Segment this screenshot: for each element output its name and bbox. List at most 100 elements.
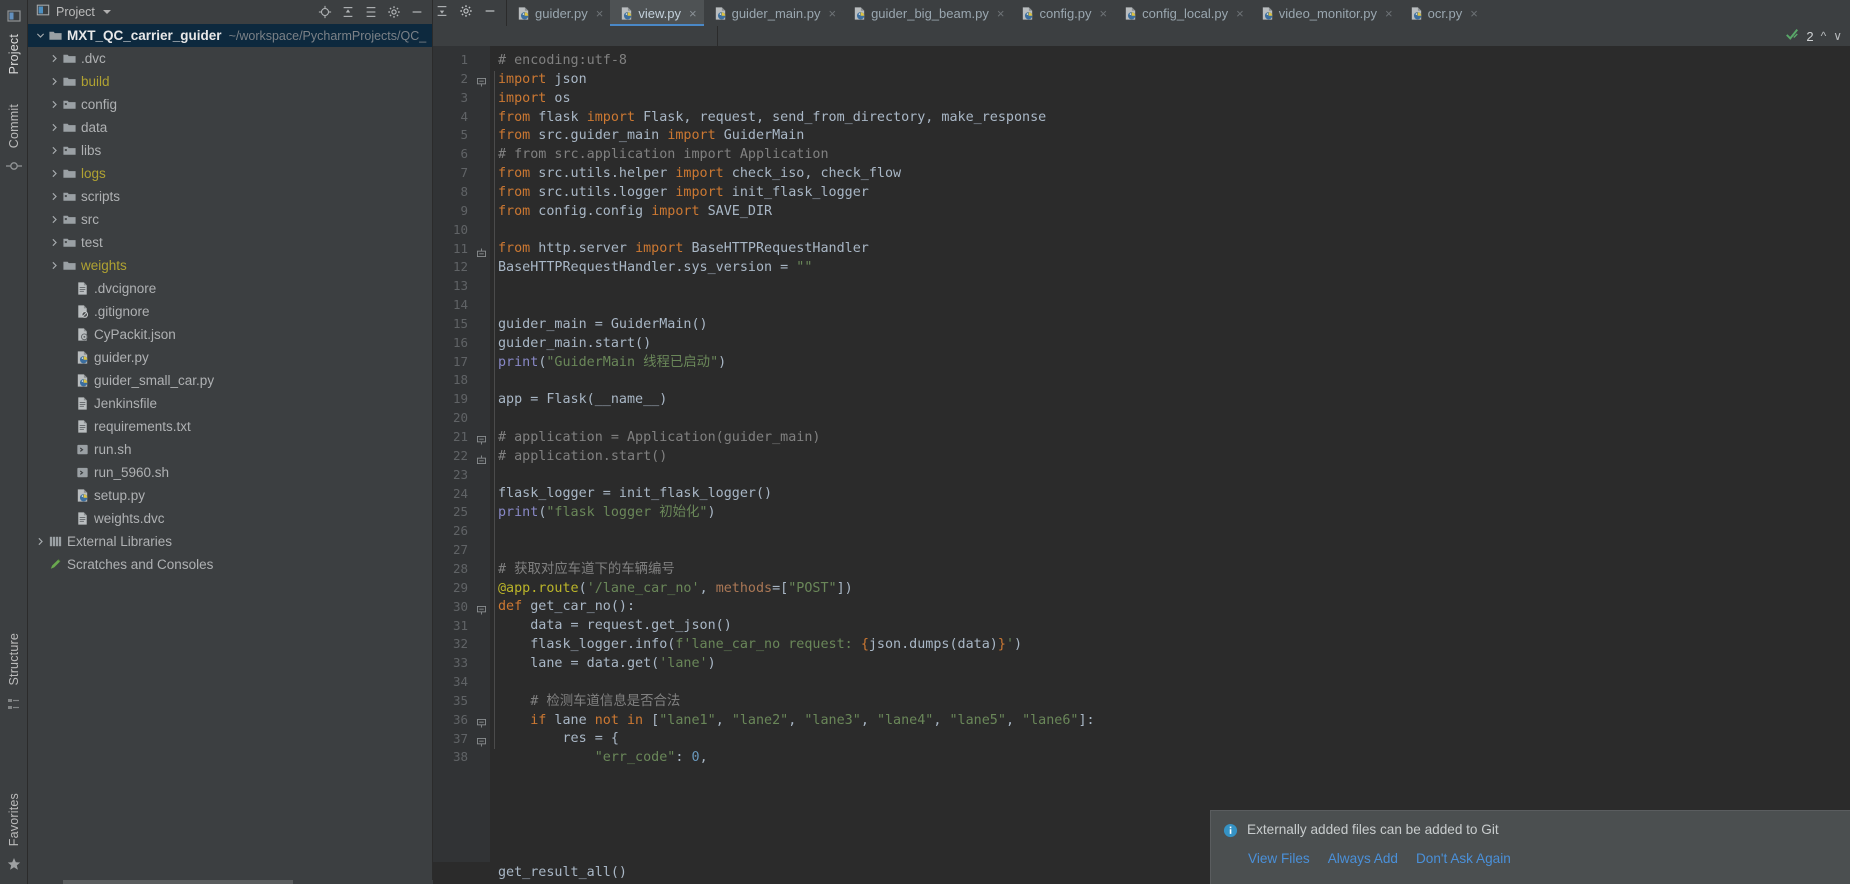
code-fold-toggle-icon[interactable] — [477, 451, 486, 464]
settings-gear-icon[interactable] — [459, 4, 473, 23]
editor-tab-video-monitor-py[interactable]: video_monitor.py × — [1250, 0, 1400, 26]
tree-item-requirements-txt[interactable]: requirements.txt — [28, 415, 432, 438]
tree-item-guider-small-car-py[interactable]: guider_small_car.py — [28, 369, 432, 392]
code-line[interactable] — [490, 542, 1850, 561]
code-line[interactable]: from src.guider_main import GuiderMain — [490, 127, 1850, 146]
close-icon[interactable]: × — [997, 6, 1005, 21]
code-line[interactable]: BaseHTTPRequestHandler.sys_version = "" — [490, 259, 1850, 278]
chevron-right-icon[interactable] — [48, 238, 61, 247]
editor-tab-guider-big-beam-py[interactable]: guider_big_beam.py × — [843, 0, 1012, 26]
editor-tab-view-py[interactable]: view.py × — [610, 0, 704, 26]
hide-panel-icon[interactable] — [410, 5, 424, 19]
code-line[interactable]: print("flask logger 初始化") — [490, 504, 1850, 523]
tree-item-scripts[interactable]: scripts — [28, 185, 432, 208]
code-fold-toggle-icon[interactable] — [477, 734, 486, 747]
rail-structure-label[interactable]: Structure — [7, 627, 21, 692]
tree-item-libs[interactable]: libs — [28, 139, 432, 162]
code-line[interactable] — [490, 523, 1850, 542]
notification-action-don-t-ask-again[interactable]: Don't Ask Again — [1416, 851, 1511, 866]
code-line[interactable]: from flask import Flask, request, send_f… — [490, 109, 1850, 128]
close-icon[interactable]: × — [828, 6, 836, 21]
code-line[interactable]: # 检测车道信息是否合法 — [490, 693, 1850, 712]
code-line[interactable]: # application.start() — [490, 448, 1850, 467]
rail-project-label[interactable]: Project — [7, 28, 21, 80]
code-line[interactable]: res = { — [490, 730, 1850, 749]
editor-tab-config-local-py[interactable]: config_local.py × — [1114, 0, 1251, 26]
tree-item-test[interactable]: test — [28, 231, 432, 254]
code-line[interactable]: from http.server import BaseHTTPRequestH… — [490, 240, 1850, 259]
editor-tab-guider-py[interactable]: guider.py × — [507, 0, 611, 26]
code-line[interactable]: guider_main = GuiderMain() — [490, 316, 1850, 335]
tree-item--gitignore[interactable]: .gitignore — [28, 300, 432, 323]
project-tree[interactable]: MXT_QC_carrier_guider ~/workspace/Pycharm… — [28, 24, 432, 884]
code-lines[interactable]: # encoding:utf-8 import json import os from… — [490, 52, 1850, 768]
chevron-up-icon[interactable]: ^ — [1821, 29, 1827, 43]
editor-tab-ocr-py[interactable]: ocr.py × — [1399, 0, 1485, 26]
notification-action-always-add[interactable]: Always Add — [1328, 851, 1398, 866]
code-line[interactable]: if lane not in ["lane1", "lane2", "lane3… — [490, 712, 1850, 731]
tree-item-mxt-qc-carrier-guider[interactable]: MXT_QC_carrier_guider ~/workspace/Pycharm… — [28, 24, 432, 47]
tree-item-run-5960-sh[interactable]: run_5960.sh — [28, 461, 432, 484]
code-line[interactable]: flask_logger.info(f'lane_car_no request:… — [490, 636, 1850, 655]
code-line[interactable]: import os — [490, 90, 1850, 109]
code-line[interactable]: guider_main.start() — [490, 335, 1850, 354]
code-line[interactable]: flask_logger = init_flask_logger() — [490, 485, 1850, 504]
code-fold-toggle-icon[interactable] — [477, 432, 486, 445]
code-line[interactable]: from src.utils.logger import init_flask_… — [490, 184, 1850, 203]
close-icon[interactable]: × — [1470, 6, 1478, 21]
code-fold-toggle-icon[interactable] — [477, 244, 486, 257]
code-line[interactable]: print("GuiderMain 线程已启动") — [490, 354, 1850, 373]
code-line[interactable] — [490, 222, 1850, 241]
tree-item--dvcignore[interactable]: .dvcignore — [28, 277, 432, 300]
tree-item-run-sh[interactable]: run.sh — [28, 438, 432, 461]
code-line[interactable]: # encoding:utf-8 — [490, 52, 1850, 71]
code-line[interactable]: "err_code": 0, — [490, 749, 1850, 768]
chevron-right-icon[interactable] — [48, 123, 61, 132]
close-icon[interactable]: × — [1236, 6, 1244, 21]
editor-tab-config-py[interactable]: config.py × — [1011, 0, 1115, 26]
code-line[interactable]: from src.utils.helper import check_iso, … — [490, 165, 1850, 184]
tree-item-external-libraries[interactable]: External Libraries — [28, 530, 432, 553]
tree-item-setup-py[interactable]: setup.py — [28, 484, 432, 507]
notification-action-view-files[interactable]: View Files — [1248, 851, 1310, 866]
chevron-right-icon[interactable] — [48, 100, 61, 109]
chevron-right-icon[interactable] — [34, 537, 47, 546]
tree-item-src[interactable]: src — [28, 208, 432, 231]
settings-gear-icon[interactable] — [387, 5, 401, 19]
chevron-right-icon[interactable] — [48, 77, 61, 86]
editor-tab-guider-main-py[interactable]: guider_main.py × — [703, 0, 844, 26]
collapse-all-icon[interactable] — [364, 5, 378, 19]
code-editor[interactable]: 1 2 3 4 5 6 7 8 9 10 11 12 13 14 15 16 17 18 19 20 21 22 23 24 2… — [433, 46, 1850, 884]
code-line[interactable]: def get_car_no(): — [490, 598, 1850, 617]
code-line[interactable]: app = Flask(__name__) — [490, 391, 1850, 410]
tree-item-weights[interactable]: weights — [28, 254, 432, 277]
code-line[interactable] — [490, 278, 1850, 297]
code-line[interactable]: @app.route('/lane_car_no', methods=["POS… — [490, 580, 1850, 599]
tree-item-logs[interactable]: logs — [28, 162, 432, 185]
locate-icon[interactable] — [318, 5, 332, 19]
chevron-right-icon[interactable] — [48, 146, 61, 155]
code-content-area[interactable]: # encoding:utf-8 import json import os from… — [490, 46, 1850, 884]
code-line[interactable] — [490, 674, 1850, 693]
tree-item--dvc[interactable]: .dvc — [28, 47, 432, 70]
close-icon[interactable]: × — [1385, 6, 1393, 21]
tree-item-build[interactable]: build — [28, 70, 432, 93]
chevron-right-icon[interactable] — [48, 169, 61, 178]
tree-item-jenkinsfile[interactable]: Jenkinsfile — [28, 392, 432, 415]
editor-scrollbar-track[interactable] — [1840, 46, 1850, 884]
code-line[interactable] — [490, 467, 1850, 486]
code-line[interactable] — [490, 297, 1850, 316]
project-tree-horizontal-scrollbar[interactable] — [28, 880, 433, 884]
code-line[interactable]: import json — [490, 71, 1850, 90]
code-line[interactable] — [490, 372, 1850, 391]
chevron-right-icon[interactable] — [48, 54, 61, 63]
collapse-icon[interactable] — [435, 4, 449, 23]
tree-item-config[interactable]: config — [28, 93, 432, 116]
close-icon[interactable]: × — [596, 6, 604, 21]
tree-item-cypackit-json[interactable]: CyPackit.json — [28, 323, 432, 346]
chevron-down-icon[interactable]: ∨ — [1833, 29, 1842, 43]
chevron-down-icon[interactable] — [34, 31, 47, 40]
rail-favorites-label[interactable]: Favorites — [7, 787, 21, 852]
tree-item-scratches-and-consoles[interactable]: Scratches and Consoles — [28, 553, 432, 576]
code-fold-toggle-icon[interactable] — [477, 715, 486, 728]
